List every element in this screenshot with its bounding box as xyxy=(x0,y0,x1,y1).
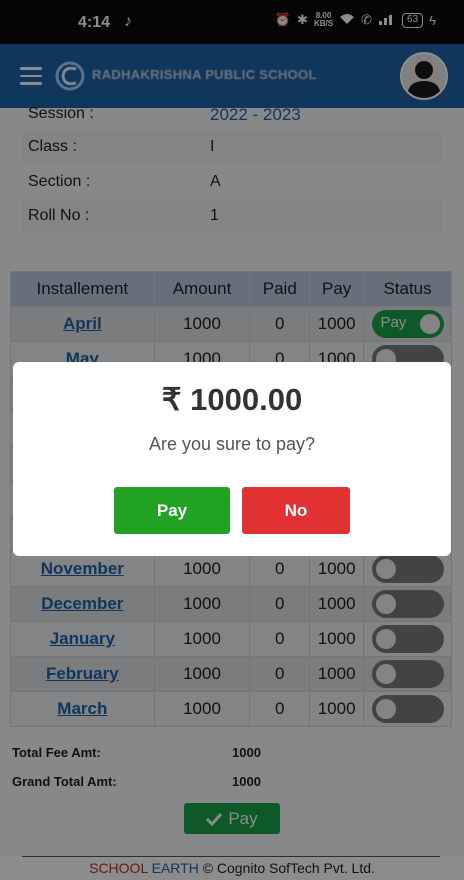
cancel-no-button[interactable]: No xyxy=(242,487,350,534)
dialog-amount: ₹ 1000.00 xyxy=(161,382,303,417)
confirm-pay-button[interactable]: Pay xyxy=(114,487,230,534)
confirm-payment-dialog: ₹ 1000.00 Are you sure to pay? Pay No xyxy=(13,362,451,556)
dialog-message: Are you sure to pay? xyxy=(148,434,316,454)
